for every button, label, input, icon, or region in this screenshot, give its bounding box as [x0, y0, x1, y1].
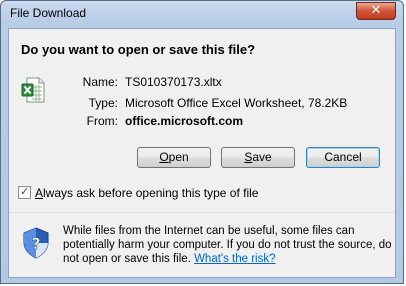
- cancel-button[interactable]: Cancel: [306, 147, 380, 168]
- open-button[interactable]: Open: [137, 147, 211, 168]
- close-icon: ✕: [370, 3, 382, 18]
- security-warning: While files from the Internet can be use…: [63, 224, 393, 266]
- checkmark-icon: ✓: [20, 185, 30, 198]
- file-from-label: From:: [86, 114, 118, 128]
- open-label-rest: pen: [168, 150, 189, 164]
- always-ask-label[interactable]: Always ask before opening this type of f…: [35, 186, 258, 200]
- file-download-window: File Download ✕ Do you want to open or s…: [0, 0, 404, 284]
- save-button[interactable]: Save: [221, 147, 295, 168]
- open-mnemonic: O: [159, 150, 169, 164]
- dialog-question: Do you want to open or save this file?: [21, 42, 256, 57]
- window-title: File Download: [10, 6, 87, 20]
- always-ask-label-rest: lways ask before opening this type of fi…: [43, 186, 259, 200]
- always-ask-checkbox[interactable]: ✓: [18, 185, 31, 199]
- file-type-label: Type:: [88, 96, 118, 110]
- title-bar[interactable]: File Download ✕: [1, 1, 403, 27]
- dialog-content: Do you want to open or save this file? N…: [8, 28, 396, 278]
- close-button[interactable]: ✕: [356, 2, 396, 20]
- security-shield-icon: ?: [23, 227, 49, 259]
- file-from-value: office.microsoft.com: [125, 114, 244, 128]
- file-type-value: Microsoft Office Excel Worksheet, 78.2KB: [125, 96, 348, 110]
- cancel-label: Cancel: [324, 150, 362, 164]
- excel-file-icon: [21, 77, 45, 103]
- whats-the-risk-link[interactable]: What's the risk?: [194, 253, 275, 265]
- save-label-rest: ave: [252, 150, 272, 164]
- svg-text:?: ?: [31, 234, 40, 253]
- file-name-label: Name:: [82, 75, 118, 89]
- divider: [9, 212, 395, 213]
- file-name-value: TS010370173.xltx: [125, 75, 222, 89]
- always-ask-mnemonic: A: [35, 186, 44, 200]
